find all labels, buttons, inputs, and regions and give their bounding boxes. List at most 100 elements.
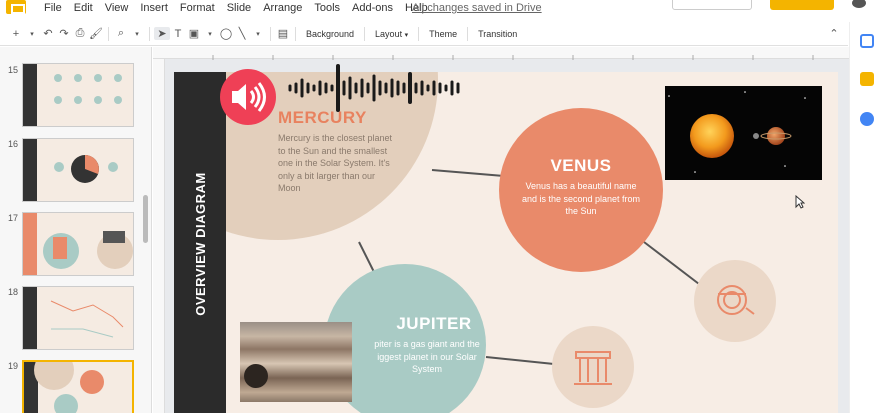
menu: File Edit View Insert Format Slide Arran…: [44, 2, 428, 14]
venus-title: VENUS: [550, 156, 612, 175]
add-comment-icon[interactable]: ▤: [275, 27, 291, 40]
saturn-icon-circle[interactable]: [552, 326, 634, 408]
slides-app: File Edit View Insert Format Slide Arran…: [0, 0, 880, 413]
menu-insert[interactable]: Insert: [140, 2, 168, 14]
slide-number: 16: [8, 139, 19, 149]
slide-number: 19: [8, 361, 19, 371]
layout-label: Layout: [375, 28, 403, 39]
avatar[interactable]: [852, 0, 866, 8]
side-panel: [849, 22, 880, 413]
slide-number: 17: [8, 213, 19, 223]
jupiter-description: piter is a gas giant and the iggest plan…: [352, 338, 502, 376]
toolbar-divider: [418, 26, 420, 41]
redo-icon[interactable]: ↷: [56, 27, 72, 40]
audio-button[interactable]: [220, 69, 276, 125]
mercury-line: one in the Solar System. It's: [278, 158, 390, 168]
chevron-down-icon[interactable]: ▾: [202, 30, 218, 38]
select-cursor-icon[interactable]: ➤: [154, 27, 170, 40]
slide-number: 18: [8, 287, 19, 297]
toolbar-divider: [364, 26, 366, 41]
drum-icon: [717, 285, 755, 315]
mercury-line: Mercury is the closest planet: [278, 133, 393, 143]
shape-icon[interactable]: ◯: [218, 27, 234, 40]
theme-button[interactable]: Theme: [423, 29, 463, 39]
slide-thumbnail-17[interactable]: [22, 212, 134, 276]
save-status-link[interactable]: All changes saved in Drive: [412, 2, 542, 14]
temple-icon: [574, 351, 612, 385]
mercury-line: to the Sun and the smallest: [278, 145, 388, 156]
jupiter-line: iggest planet in our Solar: [377, 351, 477, 362]
thumbnail-graphic: [54, 155, 118, 183]
paint-format-icon[interactable]: 🖌: [88, 27, 104, 40]
slide-thumbnail-18[interactable]: [22, 286, 134, 350]
toolbar-divider: [295, 26, 296, 41]
tasks-icon[interactable]: [860, 112, 874, 126]
collapse-toolbar-icon[interactable]: ⌃: [826, 27, 842, 40]
jupiter-line: piter is a gas giant and the: [374, 339, 480, 349]
vertical-ruler: [153, 59, 165, 413]
solar-system-image[interactable]: [665, 86, 822, 180]
toolbar: + ▾ ↶ ↷ ⎙ 🖌 ⌕ ▾ ➤ T ▣ ▾ ◯ ╲ ▾ ▤ Backgrou…: [0, 22, 848, 46]
solar-system-graphic: [668, 91, 806, 173]
line-icon[interactable]: ╲: [234, 27, 250, 40]
zoom-icon[interactable]: ⌕: [113, 27, 129, 40]
thumbnail-graphic: [43, 231, 133, 269]
jupiter-image[interactable]: [240, 322, 352, 402]
slide-number: 15: [8, 65, 19, 75]
jupiter-line: System: [411, 364, 442, 374]
overview-diagram-title: OVERVIEW DIAGRAM: [193, 172, 208, 316]
thumbnail-graphic: [34, 362, 104, 413]
mars-icon-circle[interactable]: [694, 260, 776, 342]
slide-thumbnail-19[interactable]: [22, 360, 134, 413]
filmstrip: 15 16 17 18 19: [0, 47, 152, 413]
share-button[interactable]: [770, 0, 834, 10]
slide-thumbnail-15[interactable]: [22, 63, 134, 127]
layout-button[interactable]: Layout ▾: [369, 29, 414, 39]
mercury-line: Moon: [278, 183, 301, 193]
jupiter-moon-graphic: [244, 364, 268, 388]
venus-description: Venus has a beautiful name and is the se…: [499, 180, 663, 218]
thumbnail-graphic: [50, 300, 124, 338]
toolbar-divider: [270, 26, 271, 41]
chevron-down-icon[interactable]: ▾: [250, 30, 266, 38]
calendar-icon[interactable]: [860, 34, 874, 48]
slide-thumbnail-16[interactable]: [22, 138, 134, 202]
print-icon[interactable]: ⎙: [72, 27, 88, 40]
menu-arrange[interactable]: Arrange: [263, 2, 302, 14]
slides-logo-icon[interactable]: [6, 0, 26, 14]
menu-view[interactable]: View: [105, 2, 129, 14]
mouse-cursor-icon: [795, 195, 805, 209]
mercury-line: only a bit larger than our: [278, 170, 376, 181]
ruler-ticks: [212, 55, 814, 60]
toolbar-divider: [108, 26, 109, 41]
menu-edit[interactable]: Edit: [74, 2, 93, 14]
strip-title-text: OVERVIEW DIAGRAM: [193, 172, 208, 316]
text-box-icon[interactable]: T: [170, 28, 186, 40]
keep-icon[interactable]: [860, 72, 874, 86]
present-button[interactable]: [672, 0, 752, 10]
venus-line: the Sun: [565, 206, 597, 216]
menu-file[interactable]: File: [44, 2, 62, 14]
background-button[interactable]: Background: [300, 29, 360, 39]
image-icon[interactable]: ▣: [186, 27, 202, 40]
new-slide-icon[interactable]: +: [8, 28, 24, 40]
menu-add-ons[interactable]: Add-ons: [352, 2, 393, 14]
thumbnail-graphic: [54, 74, 122, 104]
menu-format[interactable]: Format: [180, 2, 215, 14]
menu-slide[interactable]: Slide: [227, 2, 251, 14]
chevron-down-icon[interactable]: ▾: [24, 30, 40, 38]
audio-waveform: [288, 64, 460, 112]
chevron-down-icon: ▾: [404, 31, 409, 39]
mercury-description: Mercury is the closest planet to the Sun…: [278, 132, 458, 195]
menu-tools[interactable]: Tools: [314, 2, 340, 14]
filmstrip-scrollbar[interactable]: [143, 195, 148, 243]
venus-line: Venus has a beautiful name: [525, 181, 637, 191]
chevron-down-icon[interactable]: ▾: [129, 30, 145, 38]
menu-bar: File Edit View Insert Format Slide Arran…: [0, 0, 880, 20]
horizontal-ruler: [153, 47, 849, 60]
venus-line: and is the second planet from: [521, 193, 641, 204]
transition-button[interactable]: Transition: [472, 29, 523, 39]
speaker-icon: [232, 82, 266, 112]
toolbar-divider: [149, 26, 150, 41]
undo-icon[interactable]: ↶: [40, 27, 56, 40]
